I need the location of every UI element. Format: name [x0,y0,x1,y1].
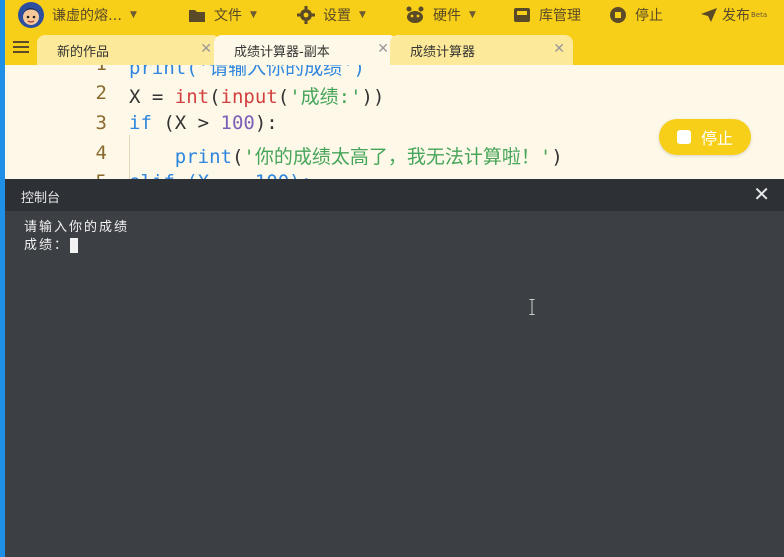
text-cursor [70,238,79,253]
tab-label: 成绩计算器-副本 [234,44,330,60]
tab-label: 成绩计算器 [410,44,476,60]
code-text: print('请输入你的成绩') [129,65,365,79]
stop-icon [609,6,627,24]
code-line-4: print('你的成绩太高了，我无法计算啦！') [129,142,563,169]
text-ibeam-cursor-icon [529,299,535,315]
code-text: ( [231,146,244,168]
chevron-down-icon: ▼ [250,10,257,20]
file-menu[interactable]: 文件 ▼ [188,0,257,30]
folder-icon [188,8,206,23]
user-avatar[interactable] [18,2,44,28]
line-number: 2 [95,82,107,104]
settings-menu-label: 设置 [323,8,351,24]
code-text: ( [277,86,290,108]
user-menu[interactable]: 谦虚的熔… ▼ [52,0,137,30]
code-string: '成绩:' [289,86,362,108]
code-editor[interactable]: 1 print('请输入你的成绩') 2 X = int(input('成绩:'… [5,65,784,179]
chevron-down-icon: ▼ [469,10,476,20]
stop-run-button[interactable]: 停止 [659,119,751,155]
robot-icon [405,6,425,24]
code-text: ) [551,146,563,168]
console-header: 控制台 ✕ [5,179,784,211]
tab-grade-calculator[interactable]: 成绩计算器 ✕ [390,35,573,65]
close-icon[interactable]: ✕ [753,184,770,204]
tab-grade-calculator-copy[interactable]: 成绩计算器-副本 ✕ [214,35,397,65]
tab-label: 新的作品 [57,44,110,60]
tab-new-work[interactable]: 新的作品 ✕ [37,35,220,65]
inbox-icon [513,7,531,23]
code-text: X = [129,86,175,108]
stop-menu-label: 停止 [635,8,663,24]
console-output[interactable]: 请输入你的成绩 成绩： [5,211,784,557]
code-keyword: if [129,112,152,134]
close-icon[interactable]: ✕ [377,41,389,57]
line-number: 1 [75,65,107,75]
code-text: elif (X == 100): [129,171,312,179]
code-text: ): [254,112,278,134]
gear-icon [297,6,315,24]
beta-badge: Beta [751,11,768,19]
stop-menu[interactable]: 停止 [609,0,663,30]
hardware-menu[interactable]: 硬件 ▼ [405,0,476,30]
code-number: 100 [220,112,255,134]
code-line-5: elif (X == 100): [129,171,312,179]
code-text: ( [209,86,221,108]
chevron-down-icon: ▼ [130,10,137,20]
line-number: 4 [95,142,107,164]
file-menu-label: 文件 [214,8,242,24]
send-icon [700,7,718,23]
code-function: int [174,86,210,108]
code-line-1: print('请输入你的成绩') [129,65,365,80]
line-number: 5 [75,171,107,179]
window-left-edge [0,0,5,557]
hamburger-menu-icon[interactable] [13,41,29,55]
library-menu-label: 库管理 [539,8,581,24]
close-icon[interactable]: ✕ [553,41,565,57]
settings-menu[interactable]: 设置 ▼ [297,0,366,30]
tab-bar: 新的作品 ✕ 成绩计算器-副本 ✕ 成绩计算器 ✕ [0,30,784,65]
chevron-down-icon: ▼ [359,10,366,20]
publish-menu-label: 发布 [722,8,750,24]
console-prompt: 成绩： [24,238,70,253]
code-string: '你的成绩太高了，我无法计算啦！' [243,146,552,168]
stop-run-label: 停止 [700,129,733,148]
hardware-menu-label: 硬件 [433,8,461,24]
console-title: 控制台 [21,191,61,206]
console-line: 请输入你的成绩 [24,220,130,235]
code-line-2: X = int(input('成绩:')) [129,82,384,109]
line-number: 3 [95,112,107,134]
publish-menu[interactable]: 发布 Beta [700,0,767,30]
library-menu[interactable]: 库管理 [513,0,581,30]
code-function: input [220,86,278,108]
code-line-3: if (X > 100): [129,112,278,134]
user-name: 谦虚的熔… [52,8,122,24]
code-text: (X > [151,112,221,134]
console-input-line[interactable]: 成绩： [24,234,79,253]
close-icon[interactable]: ✕ [200,41,212,57]
code-function: print [174,146,232,168]
code-text: )) [361,86,385,108]
top-menubar: 谦虚的熔… ▼ 文件 ▼ 设置 ▼ 硬件 ▼ 库管理 停止 发布 Beta [0,0,784,30]
stop-square-icon [676,130,691,144]
